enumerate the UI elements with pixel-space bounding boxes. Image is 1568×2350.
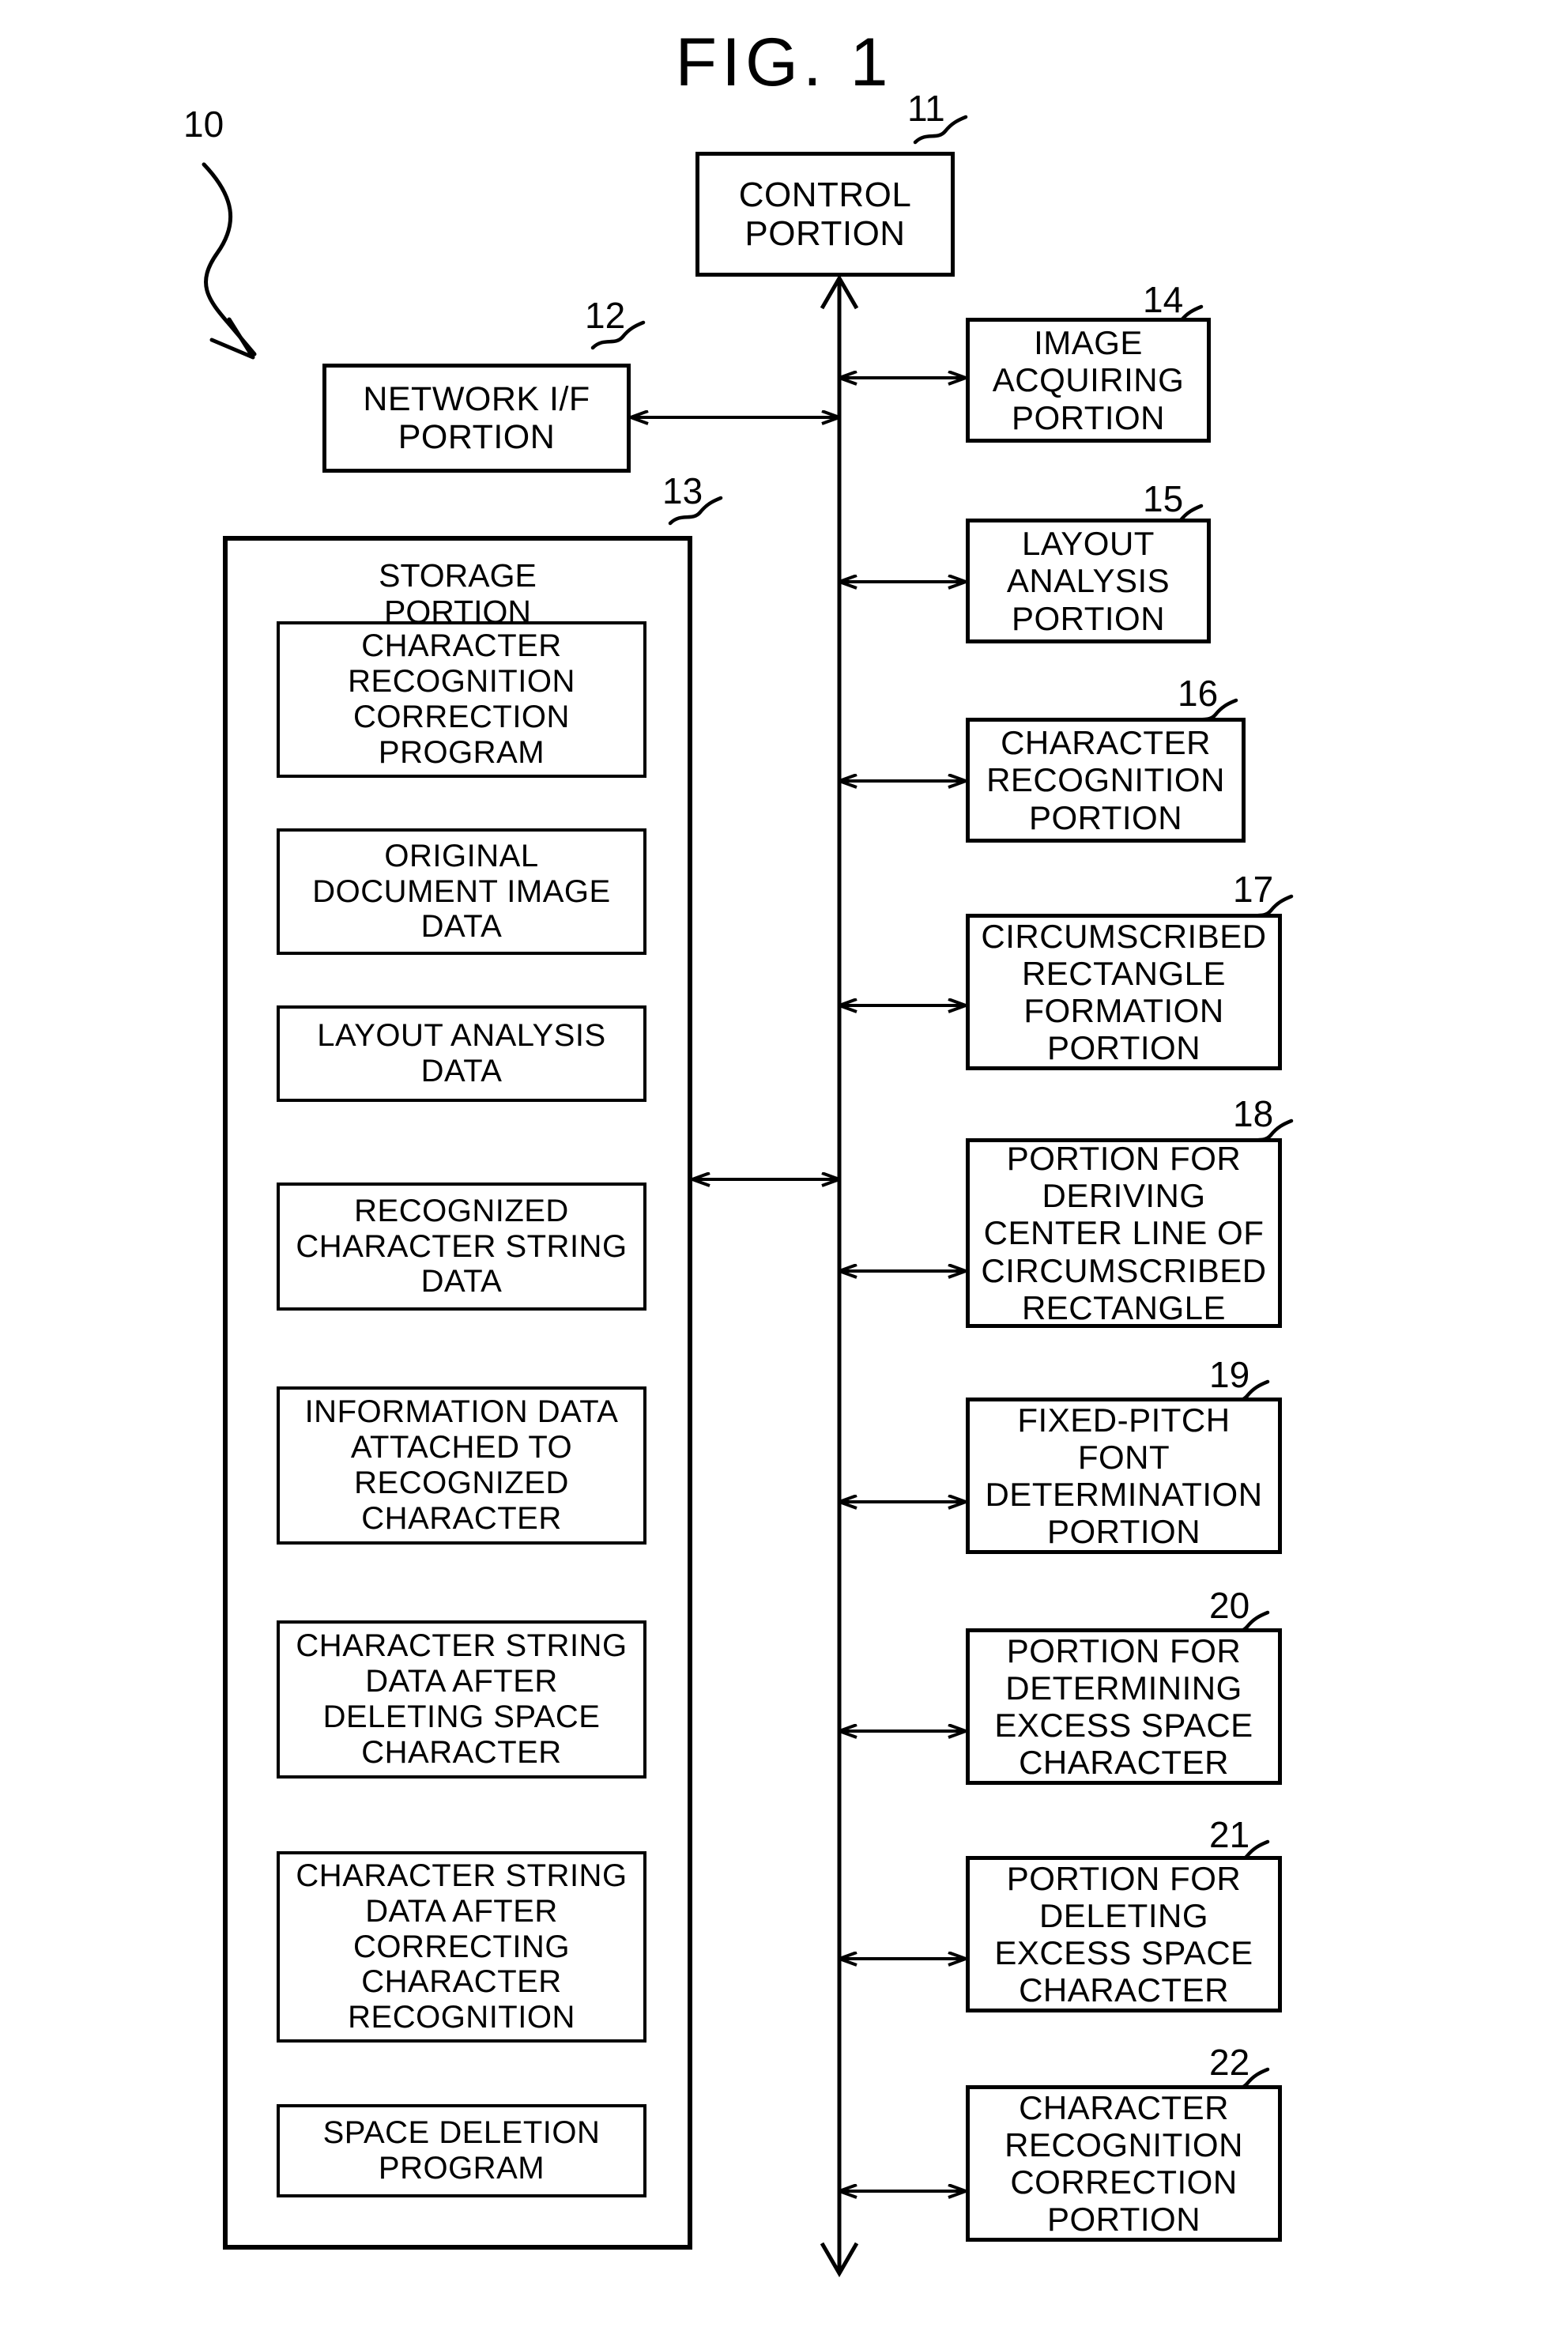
storage-item-13a-label: CHARACTER RECOGNITION CORRECTION PROGRAM	[348, 628, 575, 770]
storage-item-13d[interactable]: RECOGNIZED CHARACTER STRING DATA	[277, 1183, 646, 1311]
ref-17: 17	[1233, 869, 1274, 910]
storage-item-13g[interactable]: CHARACTER STRING DATA AFTER CORRECTING CHAR…	[277, 1851, 646, 2043]
storage-item-13f-label: CHARACTER STRING DATA AFTER DELETING SPACE…	[296, 1628, 628, 1770]
ref-20: 20	[1209, 1585, 1250, 1626]
ref-13: 13	[662, 470, 703, 511]
ref-11: 11	[907, 88, 945, 129]
module-17-label: CIRCUMSCRIBED RECTANGLE FORMATION PORTION	[981, 917, 1267, 1067]
figure-title: FIG. 1	[675, 25, 893, 100]
module-center-line-deriving-portion[interactable]: PORTION FOR DERIVING CENTER LINE OF CIRCUMS…	[966, 1138, 1282, 1328]
ref-19: 19	[1209, 1354, 1250, 1395]
ref-15: 15	[1143, 478, 1184, 519]
storage-item-13c-label: LAYOUT ANALYSIS DATA	[317, 1018, 606, 1088]
control-portion-label: CONTROL PORTION	[738, 175, 912, 253]
module-18-label: PORTION FOR DERIVING CENTER LINE OF CIRCUMS…	[981, 1140, 1267, 1326]
module-14-label: IMAGE ACQUIRING PORTION	[992, 324, 1185, 436]
module-fixed-pitch-font-determination-portion[interactable]: FIXED-PITCH FONT DETERMINATION PORTION	[966, 1398, 1282, 1554]
control-portion-box[interactable]: CONTROL PORTION	[695, 152, 955, 277]
module-excess-space-determining-portion[interactable]: PORTION FOR DETERMINING EXCESS SPACE CHARAC…	[966, 1628, 1282, 1785]
storage-item-13b-label: ORIGINAL DOCUMENT IMAGE DATA	[312, 838, 611, 945]
storage-item-13d-label: RECOGNIZED CHARACTER STRING DATA	[296, 1193, 628, 1299]
ref-22: 22	[1209, 2042, 1250, 2083]
module-excess-space-deleting-portion[interactable]: PORTION FOR DELETING EXCESS SPACE CHARACTER	[966, 1856, 1282, 2012]
storage-item-13b[interactable]: ORIGINAL DOCUMENT IMAGE DATA	[277, 828, 646, 955]
storage-item-13e[interactable]: INFORMATION DATA ATTACHED TO RECOGNIZED CHA…	[277, 1386, 646, 1545]
patent-figure-1: FIG. 1 10 11 12 13 14 15 16 17 18 19 20 …	[0, 0, 1568, 2350]
storage-item-13g-label: CHARACTER STRING DATA AFTER CORRECTING CHAR…	[296, 1858, 628, 2035]
module-character-recognition-correction-portion[interactable]: CHARACTER RECOGNITION CORRECTION PORTION	[966, 2085, 1282, 2242]
bus-to-module-connectors	[839, 378, 966, 2191]
module-22-label: CHARACTER RECOGNITION CORRECTION PORTION	[1004, 2088, 1243, 2239]
module-image-acquiring-portion[interactable]: IMAGE ACQUIRING PORTION	[966, 318, 1211, 443]
ref-12: 12	[585, 295, 626, 336]
network-if-portion-label: NETWORK I/F PORTION	[363, 379, 590, 456]
storage-item-13f[interactable]: CHARACTER STRING DATA AFTER DELETING SPACE…	[277, 1620, 646, 1779]
module-21-label: PORTION FOR DELETING EXCESS SPACE CHARACTER	[994, 1859, 1253, 2009]
storage-item-13h-label: SPACE DELETION PROGRAM	[322, 2115, 601, 2186]
module-15-label: LAYOUT ANALYSIS PORTION	[1006, 525, 1170, 637]
storage-portion-label: STORAGE PORTION	[379, 557, 537, 630]
module-layout-analysis-portion[interactable]: LAYOUT ANALYSIS PORTION	[966, 519, 1211, 643]
ref-system-10: 10	[183, 104, 224, 145]
ref-14: 14	[1143, 279, 1184, 320]
storage-item-13e-label: INFORMATION DATA ATTACHED TO RECOGNIZED CHA…	[304, 1394, 619, 1536]
module-19-label: FIXED-PITCH FONT DETERMINATION PORTION	[985, 1401, 1263, 1551]
storage-item-13a[interactable]: CHARACTER RECOGNITION CORRECTION PROGRAM	[277, 621, 646, 778]
storage-item-13c[interactable]: LAYOUT ANALYSIS DATA	[277, 1005, 646, 1102]
module-circumscribed-rectangle-formation-portion[interactable]: CIRCUMSCRIBED RECTANGLE FORMATION PORTION	[966, 914, 1282, 1070]
ref-16: 16	[1178, 673, 1219, 714]
ref-21: 21	[1209, 1814, 1250, 1855]
ref-18: 18	[1233, 1093, 1274, 1134]
module-character-recognition-portion[interactable]: CHARACTER RECOGNITION PORTION	[966, 718, 1246, 843]
storage-item-13h[interactable]: SPACE DELETION PROGRAM	[277, 2104, 646, 2197]
network-if-portion-box[interactable]: NETWORK I/F PORTION	[322, 364, 631, 473]
module-20-label: PORTION FOR DETERMINING EXCESS SPACE CHARAC…	[994, 1631, 1253, 1782]
main-bus-line	[820, 274, 859, 2277]
module-16-label: CHARACTER RECOGNITION PORTION	[986, 724, 1225, 836]
